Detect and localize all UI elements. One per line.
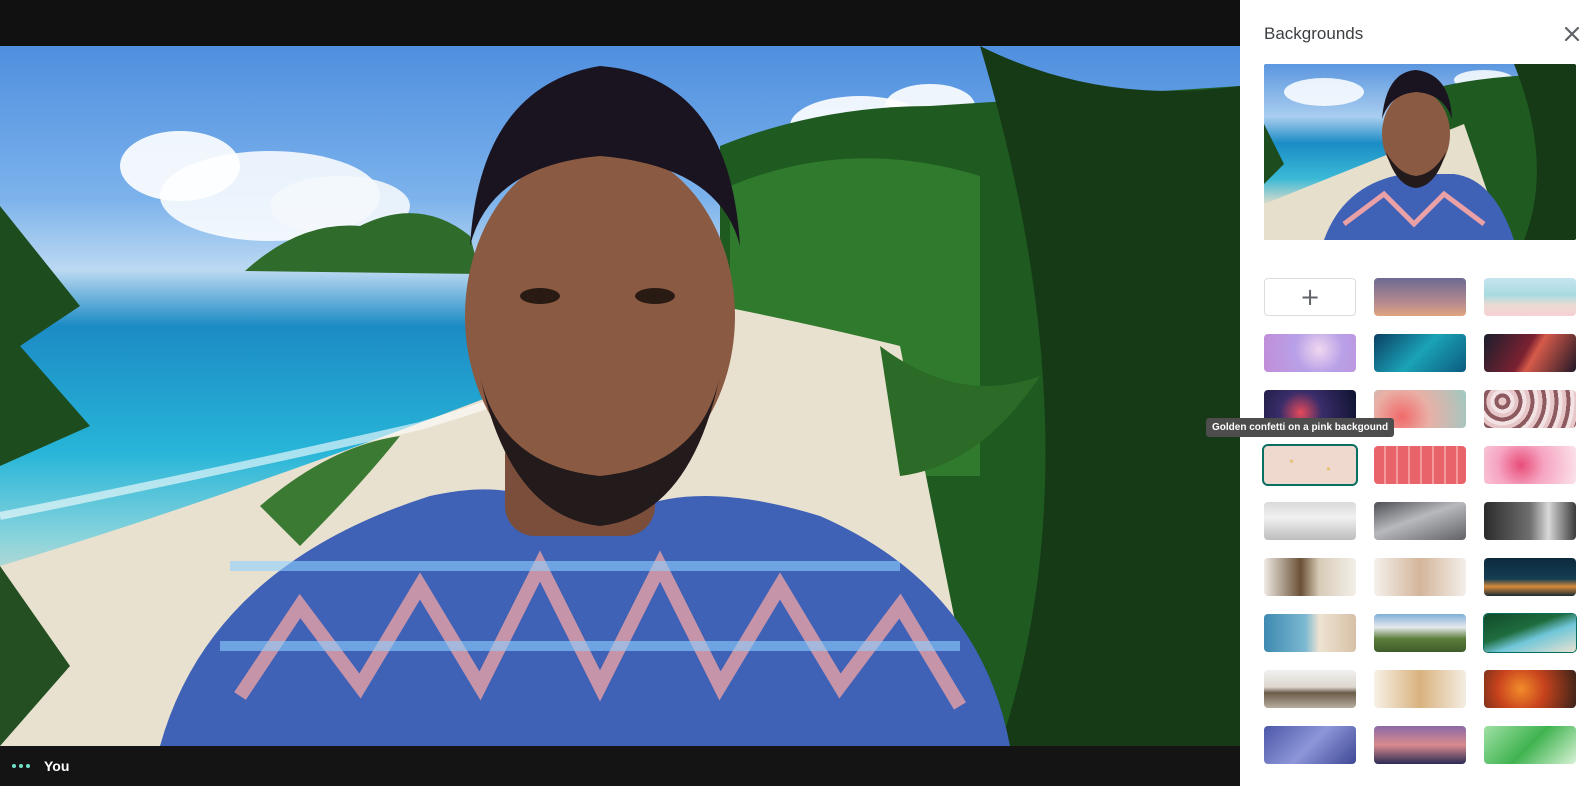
participant-bar: You bbox=[0, 746, 1240, 786]
background-option[interactable] bbox=[1484, 502, 1576, 540]
video-stage: You bbox=[0, 0, 1240, 786]
background-option[interactable] bbox=[1374, 278, 1466, 316]
background-option[interactable] bbox=[1374, 670, 1466, 708]
background-option[interactable] bbox=[1484, 670, 1576, 708]
background-option[interactable] bbox=[1264, 726, 1356, 764]
more-options-icon[interactable] bbox=[12, 764, 30, 768]
background-preview bbox=[1264, 64, 1576, 240]
background-option[interactable] bbox=[1374, 558, 1466, 596]
background-option[interactable] bbox=[1264, 502, 1356, 540]
background-option[interactable] bbox=[1374, 334, 1466, 372]
add-background-button[interactable]: + bbox=[1264, 278, 1356, 316]
participant-name: You bbox=[44, 758, 70, 774]
background-option[interactable] bbox=[1374, 502, 1466, 540]
background-option[interactable] bbox=[1264, 334, 1356, 372]
panel-header: Backgrounds bbox=[1264, 22, 1584, 46]
background-option[interactable] bbox=[1484, 558, 1576, 596]
virtual-background-beach bbox=[0, 46, 1240, 746]
background-option[interactable] bbox=[1374, 726, 1466, 764]
backgrounds-panel: Backgrounds + bbox=[1240, 0, 1587, 786]
background-option[interactable] bbox=[1484, 334, 1576, 372]
background-options-grid: + bbox=[1262, 278, 1577, 764]
meeting-app: You Backgrounds + Golden confetti on a p… bbox=[0, 0, 1587, 786]
background-option[interactable] bbox=[1264, 558, 1356, 596]
background-option[interactable] bbox=[1374, 614, 1466, 652]
close-icon[interactable] bbox=[1560, 22, 1584, 46]
self-video-feed bbox=[0, 46, 1240, 746]
background-tooltip: Golden confetti on a pink backgound bbox=[1206, 418, 1395, 437]
background-option[interactable] bbox=[1484, 446, 1576, 484]
background-option[interactable] bbox=[1484, 278, 1576, 316]
background-option[interactable] bbox=[1374, 446, 1466, 484]
background-option-golden-confetti[interactable] bbox=[1262, 444, 1358, 486]
background-option[interactable] bbox=[1484, 726, 1576, 764]
background-option-beach[interactable] bbox=[1483, 613, 1577, 653]
panel-title: Backgrounds bbox=[1264, 24, 1364, 43]
background-option[interactable] bbox=[1264, 614, 1356, 652]
background-option[interactable] bbox=[1484, 390, 1576, 428]
background-option[interactable] bbox=[1264, 670, 1356, 708]
plus-icon: + bbox=[1299, 283, 1321, 311]
